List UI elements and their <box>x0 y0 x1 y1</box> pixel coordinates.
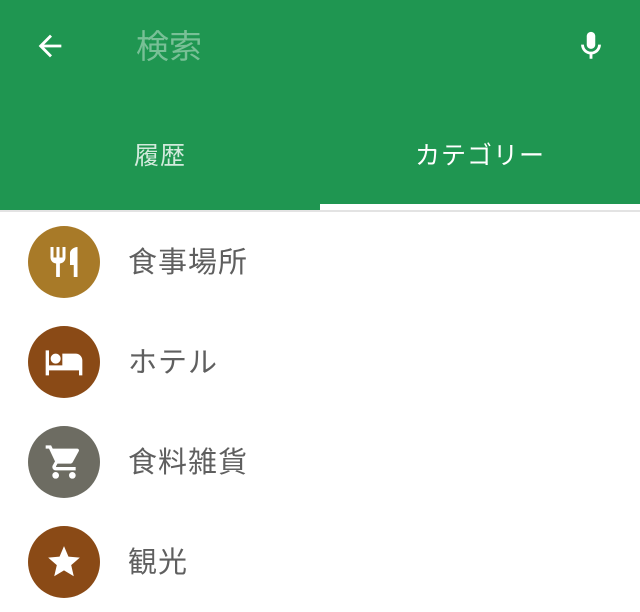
category-item-hotels[interactable]: ホテル <box>0 312 640 412</box>
star-icon <box>48 546 80 577</box>
tab-categories-label: カテゴリー <box>414 141 545 170</box>
category-label: 食料雑貨 <box>128 445 249 479</box>
category-label: 食事場所 <box>128 245 249 279</box>
category-item-restaurants[interactable]: 食事場所 <box>0 212 640 312</box>
shopping-cart-icon <box>45 445 80 479</box>
category-item-groceries[interactable]: 食料雑貨 <box>0 412 640 512</box>
tab-history[interactable]: 履歴 <box>0 120 320 188</box>
category-label: 観光 <box>128 545 189 579</box>
category-icon-badge <box>28 326 100 398</box>
category-label: ホテル <box>128 345 219 379</box>
app-bar: 履歴 カテゴリー <box>0 0 640 210</box>
category-icon-badge <box>28 226 100 298</box>
category-list: 食事場所 ホテル 食料雑貨 観光 <box>0 212 640 612</box>
search-input[interactable] <box>136 22 536 70</box>
voice-search-button[interactable] <box>566 22 616 70</box>
category-icon-badge <box>28 526 100 598</box>
back-button[interactable] <box>20 26 80 66</box>
category-icon-badge <box>28 426 100 498</box>
arrow-back-icon <box>38 34 62 58</box>
microphone-icon <box>581 31 601 59</box>
tab-history-label: 履歴 <box>133 141 186 170</box>
hotel-icon <box>45 350 83 376</box>
category-item-sightseeing[interactable]: 観光 <box>0 512 640 612</box>
tab-categories[interactable]: カテゴリー <box>320 120 640 188</box>
restaurant-icon <box>50 247 78 277</box>
